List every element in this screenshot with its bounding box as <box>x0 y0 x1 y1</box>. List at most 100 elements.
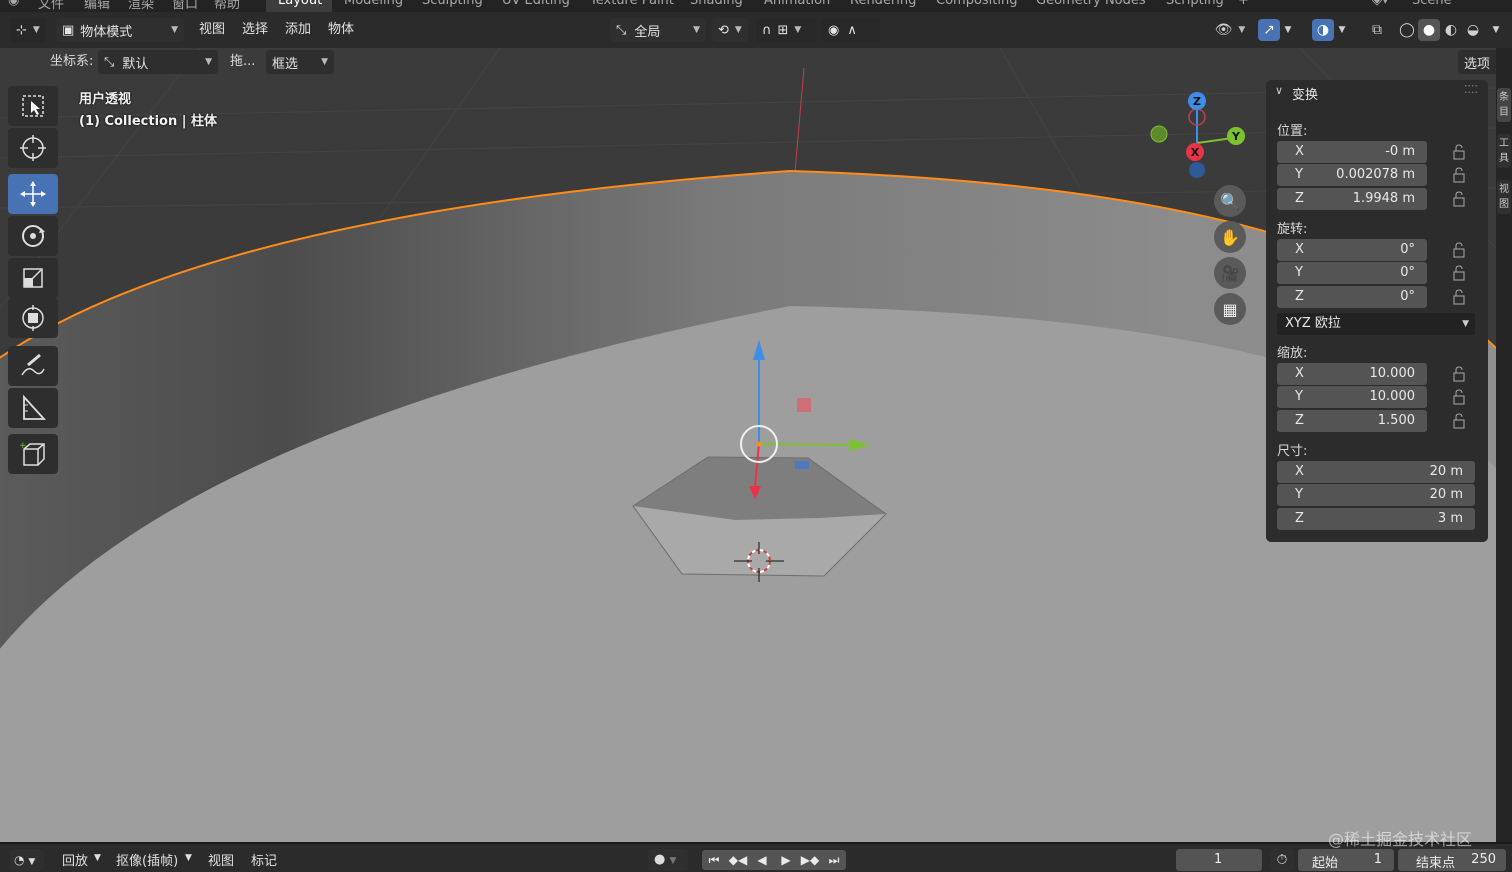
rotation-z-field[interactable]: Z 0° <box>1277 286 1427 308</box>
menu-select[interactable]: 选择 <box>242 18 268 42</box>
current-frame-field[interactable]: 1 <box>1176 849 1262 871</box>
tab-compositing[interactable]: Compositing <box>936 0 1018 8</box>
menu-file[interactable]: 文件 <box>38 0 64 12</box>
lock-open-icon[interactable] <box>1451 388 1469 406</box>
shading-wireframe[interactable]: ◯ <box>1396 19 1418 41</box>
scene-name[interactable]: Scene <box>1412 0 1452 8</box>
lock-open-icon[interactable] <box>1451 166 1469 184</box>
drag-dropdown[interactable]: 框选 ▼ <box>266 50 334 74</box>
menu-render[interactable]: 渲染 <box>128 0 154 12</box>
lock-open-icon[interactable] <box>1451 288 1469 306</box>
sidebar-tab-item[interactable]: 条目 <box>1497 88 1511 122</box>
menu-keying[interactable]: 抠像(插帧) <box>116 850 178 869</box>
tool-rotate[interactable] <box>8 216 58 256</box>
dimensions-x-field[interactable]: X 20 m <box>1277 461 1475 483</box>
jump-start-button[interactable]: ⏮ <box>702 850 726 870</box>
shading-solid[interactable]: ● <box>1418 19 1440 41</box>
play-button[interactable]: ▶ <box>774 850 798 870</box>
orientation-dropdown[interactable]: ⤡ 全局 ▼ <box>610 18 706 42</box>
scale-x-field[interactable]: X 10.000 <box>1277 363 1427 385</box>
tool-measure[interactable] <box>8 388 58 428</box>
shading-rendered[interactable]: ◒ <box>1462 19 1484 41</box>
rotation-mode-dropdown[interactable]: XYZ 欧拉 ▼ <box>1277 313 1475 335</box>
neg-z-handle[interactable] <box>1189 162 1205 178</box>
menu-timeline-view[interactable]: 视图 <box>208 850 234 869</box>
menu-marker[interactable]: 标记 <box>251 850 277 869</box>
tab-layout[interactable]: Layout <box>278 0 322 8</box>
location-x-field[interactable]: X -0 m <box>1277 141 1427 163</box>
coord-system-dropdown[interactable]: ⤡ 默认 ▼ <box>98 50 218 74</box>
lock-open-icon[interactable] <box>1451 143 1469 161</box>
prev-keyframe-button[interactable]: ◆◀ <box>726 850 750 870</box>
menu-edit[interactable]: 编辑 <box>84 0 110 12</box>
sidebar-tab-tool[interactable]: 工具 <box>1497 134 1511 168</box>
lock-open-icon[interactable] <box>1451 412 1469 430</box>
proportional-edit-group[interactable]: ◉ ∧ <box>822 18 880 42</box>
chevron-down-icon[interactable]: ∨ <box>1275 84 1283 97</box>
location-y-field[interactable]: Y 0.002078 m <box>1277 164 1427 186</box>
lock-open-icon[interactable] <box>1451 190 1469 208</box>
perspective-toggle-button[interactable]: ▦ <box>1214 293 1246 325</box>
panel-title[interactable]: 变换 <box>1292 84 1318 103</box>
navigation-gizmo[interactable]: Z Y X <box>1140 86 1250 186</box>
dimensions-z-field[interactable]: Z 3 m <box>1277 508 1475 530</box>
sidebar-tab-view[interactable]: 视图 <box>1497 180 1511 214</box>
end-frame-field[interactable]: 结束点 250 <box>1398 849 1506 871</box>
tool-move[interactable] <box>8 174 58 214</box>
shading-material[interactable]: ◐ <box>1440 19 1462 41</box>
tab-rendering[interactable]: Rendering <box>850 0 916 8</box>
menu-object[interactable]: 物体 <box>328 18 354 42</box>
tool-scale[interactable] <box>8 258 58 298</box>
menu-playback[interactable]: 回放 <box>62 850 88 869</box>
tab-sculpting[interactable]: Sculpting <box>422 0 483 8</box>
options-dropdown[interactable]: 选项 ▼ <box>1458 50 1496 74</box>
blender-logo-icon[interactable]: ◉ <box>8 0 19 8</box>
scale-y-field[interactable]: Y 10.000 <box>1277 386 1427 408</box>
play-reverse-button[interactable]: ◀ <box>750 850 774 870</box>
rotation-y-field[interactable]: Y 0° <box>1277 262 1427 284</box>
tool-select-box[interactable] <box>8 86 58 126</box>
rotation-x-field[interactable]: X 0° <box>1277 239 1427 261</box>
mode-dropdown[interactable]: ▣ 物体模式 ▼ <box>56 18 184 42</box>
menu-add[interactable]: 添加 <box>285 18 311 42</box>
pivot-dropdown[interactable]: ⟲ ▼ <box>712 18 748 42</box>
tool-cursor[interactable] <box>8 128 58 168</box>
menu-view[interactable]: 视图 <box>199 18 225 42</box>
tab-uv-editing[interactable]: UV Editing <box>502 0 570 8</box>
tab-geometry-nodes[interactable]: Geometry Nodes <box>1036 0 1146 8</box>
shading-dropdown-chevron-icon[interactable]: ▼ <box>1488 19 1504 41</box>
lock-open-icon[interactable] <box>1451 365 1469 383</box>
start-frame-field[interactable]: 起始 1 <box>1298 849 1394 871</box>
timeline-editor-type[interactable]: ◔ ▼ <box>10 849 44 871</box>
tab-modeling[interactable]: Modeling <box>344 0 403 8</box>
scene-icon[interactable]: ◈▾ <box>1372 0 1389 8</box>
tab-texture-paint[interactable]: Texture Paint <box>590 0 674 8</box>
editor-type-button[interactable]: ⊹ ▼ <box>10 18 46 42</box>
next-keyframe-button[interactable]: ▶◆ <box>798 850 822 870</box>
tab-animation[interactable]: Animation <box>764 0 830 8</box>
tab-scripting[interactable]: Scripting <box>1166 0 1224 8</box>
menu-help[interactable]: 帮助 <box>214 0 240 12</box>
tab-shading[interactable]: Shading <box>690 0 743 8</box>
auto-keying-toggle[interactable]: ● ▼ <box>648 849 688 871</box>
lock-open-icon[interactable] <box>1451 264 1469 282</box>
gizmo-dropdown-chevron-icon[interactable]: ▼ <box>1281 19 1295 41</box>
add-workspace-button[interactable]: + <box>1238 0 1249 8</box>
overlay-toggle[interactable]: ◑ <box>1312 19 1334 41</box>
tool-annotate[interactable] <box>8 346 58 386</box>
menu-window[interactable]: 窗口 <box>172 0 198 12</box>
neg-y-handle[interactable] <box>1150 125 1168 143</box>
lock-open-icon[interactable] <box>1451 241 1469 259</box>
pan-button[interactable]: ✋ <box>1214 221 1246 253</box>
tool-transform[interactable] <box>8 298 58 338</box>
gizmo-toggle[interactable]: ↗ <box>1258 19 1280 41</box>
dimensions-y-field[interactable]: Y 20 m <box>1277 484 1475 506</box>
preview-range-toggle[interactable]: ⏱ <box>1270 849 1294 871</box>
camera-view-button[interactable]: 🎥 <box>1214 257 1246 289</box>
tool-add-cube[interactable]: + <box>8 434 58 474</box>
jump-end-button[interactable]: ⏭ <box>822 850 846 870</box>
zoom-button[interactable]: 🔍 <box>1214 185 1246 217</box>
location-z-field[interactable]: Z 1.9948 m <box>1277 188 1427 210</box>
visibility-dropdown[interactable]: 👁 ▼ <box>1212 19 1248 41</box>
xray-toggle[interactable]: ⧉ <box>1366 19 1388 41</box>
